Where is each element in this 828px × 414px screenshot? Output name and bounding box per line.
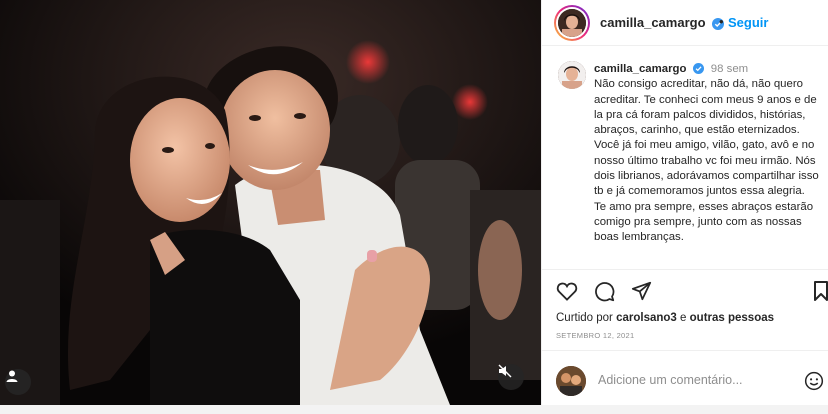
avatar-photo (558, 9, 586, 37)
paper-plane-icon[interactable] (631, 281, 652, 301)
avatar-photo (558, 61, 586, 89)
caption: camilla_camargo 98 sem Não consigo acred… (594, 62, 819, 246)
follow-button[interactable]: Seguir (728, 15, 768, 30)
header-separator: • (719, 14, 724, 29)
muted-speaker-icon (498, 364, 512, 378)
post-header: camilla_camargo • Seguir (542, 0, 828, 46)
comments-area[interactable]: camilla_camargo 98 sem Não consigo acred… (542, 47, 828, 269)
liked-by-others[interactable]: outras pessoas (690, 312, 774, 324)
bookmark-icon[interactable] (813, 281, 828, 301)
photo-illustration (0, 0, 541, 405)
liked-by-user[interactable]: carolsano3 (616, 312, 677, 324)
user-tag-button[interactable] (5, 369, 31, 395)
post-date[interactable]: SETEMBRO 12, 2021 (556, 331, 634, 340)
user-tag-icon (6, 370, 18, 382)
header-username[interactable]: camilla_camargo (600, 15, 725, 30)
caption-time[interactable]: 98 sem (711, 63, 748, 75)
current-user-avatar (556, 366, 586, 396)
post-photo[interactable] (0, 0, 541, 405)
caption-avatar[interactable] (558, 61, 586, 89)
comment-icon[interactable] (594, 281, 615, 302)
mute-button[interactable] (498, 364, 524, 390)
heart-icon[interactable] (556, 281, 578, 301)
author-avatar[interactable] (554, 5, 590, 41)
avatar-photo (556, 366, 586, 396)
action-bar (542, 269, 828, 303)
smiley-icon[interactable] (804, 371, 824, 391)
likes-summary: Curtido por carolsano3 e outras pessoas (556, 312, 775, 324)
add-comment-bar (542, 350, 828, 405)
instagram-post-window: camilla_camargo • Seguir camilla_camargo… (0, 0, 828, 414)
caption-username[interactable]: camilla_camargo (594, 63, 686, 75)
caption-text: Não consigo acreditar, não dá, não quero… (594, 78, 819, 244)
window-bottom-edge (0, 405, 828, 414)
post-side-panel: camilla_camargo • Seguir camilla_camargo… (541, 0, 828, 405)
verified-badge-icon (692, 63, 704, 75)
comment-input[interactable] (598, 373, 798, 387)
